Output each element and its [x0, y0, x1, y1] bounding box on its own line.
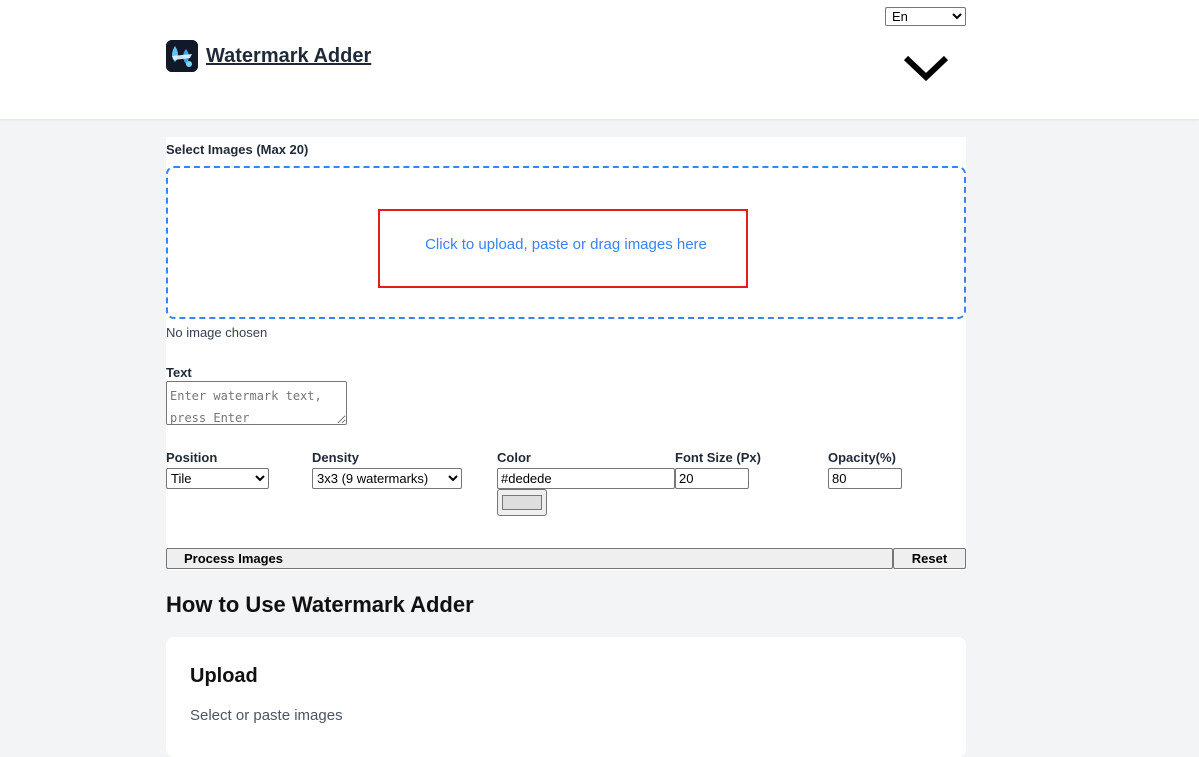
image-dropzone[interactable]: Click to upload, paste or drag images he…: [166, 166, 966, 319]
select-images-label: Select Images (Max 20): [166, 142, 309, 157]
density-label: Density: [312, 450, 359, 465]
language-select[interactable]: En: [885, 7, 966, 26]
how-to-title: How to Use Watermark Adder: [166, 592, 474, 617]
color-swatch: [502, 495, 542, 510]
step-card: Upload Select or paste images: [166, 637, 966, 757]
chevron-down-icon[interactable]: [902, 50, 950, 84]
no-image-status: No image chosen: [166, 325, 268, 340]
color-label: Color: [497, 450, 531, 465]
density-select[interactable]: 3x3 (9 watermarks): [312, 468, 462, 489]
position-label: Position: [166, 450, 218, 465]
color-hex-input[interactable]: [497, 468, 675, 489]
watermark-text-input[interactable]: [166, 381, 347, 425]
site-header: Watermark Adder En: [0, 0, 1199, 120]
step-title: Upload: [190, 665, 258, 687]
watermark-tool-panel: Select Images (Max 20) Click to upload, …: [166, 137, 966, 570]
font-size-input[interactable]: [675, 468, 749, 489]
position-select[interactable]: Tile: [166, 468, 269, 489]
opacity-label: Opacity(%): [828, 450, 896, 465]
dropzone-text[interactable]: Click to upload, paste or drag images he…: [168, 236, 964, 253]
process-images-button[interactable]: Process Images: [166, 548, 893, 569]
step-description: Select or paste images: [190, 707, 343, 724]
opacity-input[interactable]: [828, 468, 902, 489]
app-logo-icon[interactable]: [166, 40, 198, 72]
reset-button[interactable]: Reset: [893, 548, 966, 569]
brand-link[interactable]: Watermark Adder: [206, 45, 371, 68]
text-label: Text: [166, 365, 192, 380]
font-size-label: Font Size (Px): [675, 450, 761, 465]
color-picker-button[interactable]: [497, 489, 547, 516]
